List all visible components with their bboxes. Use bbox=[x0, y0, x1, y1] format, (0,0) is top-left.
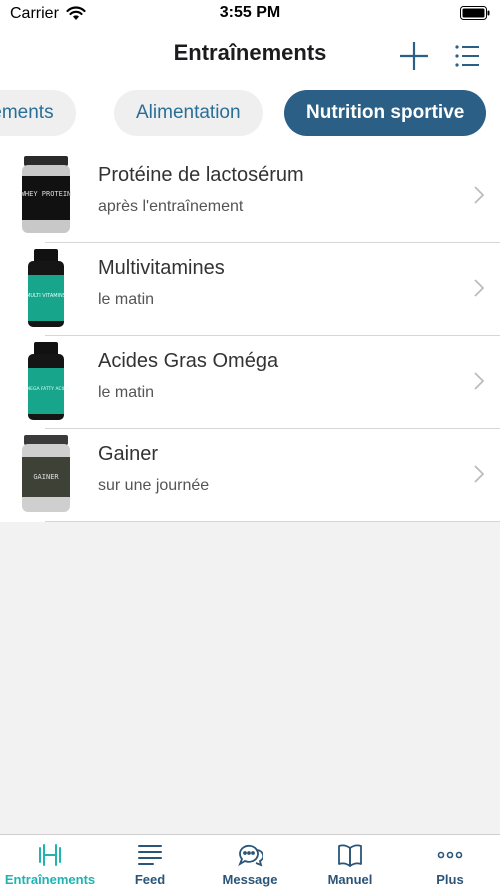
item-title: Multivitamines bbox=[98, 257, 225, 279]
jar-label-text: WHEY PROTEIN bbox=[21, 190, 72, 198]
plus-icon bbox=[400, 42, 428, 70]
list-item[interactable]: MULTI VITAMINS Multivitamines le matin bbox=[0, 243, 500, 336]
dumbbell-icon bbox=[39, 844, 61, 866]
battery-icon bbox=[460, 6, 490, 20]
tab-feed[interactable]: Feed bbox=[100, 835, 200, 889]
gainer-jar-image: GAINER bbox=[22, 435, 70, 512]
message-icon bbox=[238, 844, 263, 867]
book-icon bbox=[338, 844, 362, 867]
bottle-label-text: OMEGA FATTY ACIDS bbox=[23, 386, 70, 392]
tab-label: Plus bbox=[436, 872, 464, 887]
list-icon bbox=[455, 45, 479, 67]
item-title: Gainer bbox=[98, 443, 159, 465]
chip-nutrition-sportive[interactable]: Nutrition sportive bbox=[284, 90, 487, 136]
list-item[interactable]: WHEY PROTEIN Protéine de lactosérum aprè… bbox=[0, 150, 500, 243]
multivitamins-bottle-image: MULTI VITAMINS bbox=[26, 249, 66, 327]
tab-label: Manuel bbox=[327, 872, 373, 887]
list-view-button[interactable] bbox=[454, 43, 480, 69]
more-icon bbox=[437, 851, 463, 859]
chevron-right-icon bbox=[474, 279, 484, 297]
chevron-right-icon bbox=[474, 186, 484, 204]
chip-alimentation[interactable]: Alimentation bbox=[114, 90, 263, 136]
tab-plus[interactable]: Plus bbox=[400, 835, 500, 889]
supplement-list: WHEY PROTEIN Protéine de lactosérum aprè… bbox=[0, 150, 500, 522]
status-time: 3:55 PM bbox=[219, 4, 281, 21]
list-item[interactable]: OMEGA FATTY ACIDS Acides Gras Oméga le m… bbox=[0, 336, 500, 429]
item-subtitle: le matin bbox=[98, 384, 155, 401]
tab-label: Entraînements bbox=[4, 872, 96, 887]
chip-entrainements[interactable]: Entraînements bbox=[0, 90, 76, 136]
tab-manuel[interactable]: Manuel bbox=[300, 835, 400, 889]
feed-icon bbox=[138, 845, 162, 865]
tab-message[interactable]: Message bbox=[200, 835, 300, 889]
chevron-right-icon bbox=[474, 372, 484, 390]
add-button[interactable] bbox=[398, 40, 430, 72]
tab-bar: Entraînements Feed Message Manuel Plus bbox=[0, 834, 500, 889]
category-chips: Entraînements Alimentation Nutrition spo… bbox=[0, 88, 500, 138]
omega-bottle-image: OMEGA FATTY ACIDS bbox=[23, 342, 70, 420]
list-item[interactable]: GAINER Gainer sur une journée bbox=[0, 429, 500, 522]
item-subtitle: après l'entraînement bbox=[98, 198, 244, 215]
status-bar: Carrier 3:55 PM bbox=[0, 0, 500, 28]
tab-label: Feed bbox=[134, 872, 166, 887]
tab-entrainements[interactable]: Entraînements bbox=[0, 835, 100, 889]
bottle-label-text: MULTI VITAMINS bbox=[26, 293, 66, 299]
item-subtitle: le matin bbox=[98, 291, 155, 308]
whey-protein-jar-image: WHEY PROTEIN bbox=[21, 156, 72, 233]
tab-label: Message bbox=[222, 872, 278, 887]
jar-label-text: GAINER bbox=[33, 473, 59, 481]
item-subtitle: sur une journée bbox=[98, 477, 210, 494]
item-title: Acides Gras Oméga bbox=[98, 350, 279, 372]
chevron-right-icon bbox=[474, 465, 484, 483]
row-separator bbox=[45, 521, 500, 522]
item-title: Protéine de lactosérum bbox=[98, 164, 304, 186]
header-area: Carrier 3:55 PM Entraînements Entraîneme… bbox=[0, 0, 500, 150]
